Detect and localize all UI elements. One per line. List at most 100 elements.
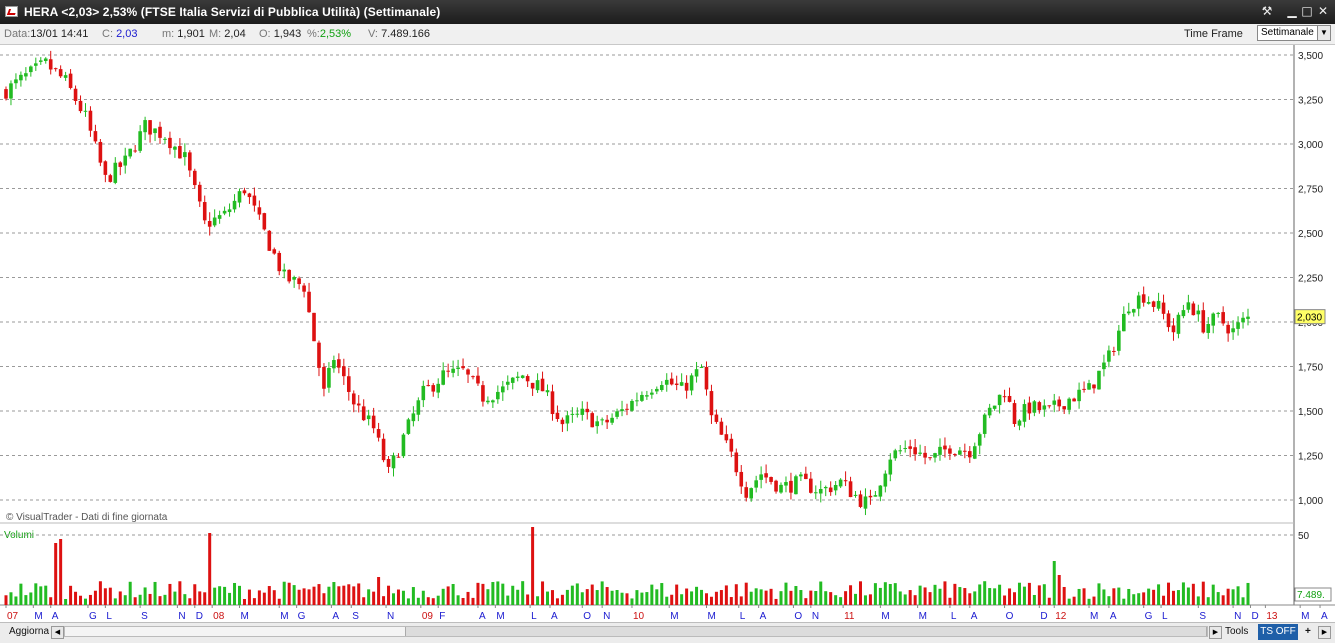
volume-bar [153, 581, 157, 605]
volume-bar [998, 584, 1002, 605]
open-readout: O: 1,943 [259, 28, 302, 40]
candle-body [1181, 310, 1186, 317]
volume-bar [963, 588, 967, 605]
candle-body [898, 450, 903, 452]
volume-bar [968, 593, 972, 605]
candle-body [967, 451, 972, 458]
scroll-right-icon[interactable]: ▶ [1209, 626, 1222, 639]
time-axis-label: M [881, 611, 889, 622]
candle-body [332, 360, 336, 369]
candle-body [625, 408, 629, 410]
candle-body [337, 359, 341, 368]
candle-body [1151, 301, 1156, 307]
time-axis-label: S [352, 611, 359, 622]
collapse-arrow-icon[interactable]: ▶ [1318, 626, 1331, 639]
candle-body [113, 162, 118, 183]
volume-bar [1181, 582, 1185, 605]
volume-bar [272, 590, 276, 605]
time-axis-label: A [1321, 611, 1328, 622]
candle-body [29, 66, 33, 73]
volume-bar [1132, 594, 1136, 605]
volume-bar [759, 589, 763, 605]
candle-body [501, 386, 505, 393]
candle-body [481, 385, 485, 402]
time-axis-label: L [740, 611, 746, 622]
time-axis-label: D [1251, 611, 1258, 622]
volume-bar [302, 588, 306, 605]
candle-body [9, 83, 13, 99]
volume-bar [605, 587, 609, 605]
volume-bar [158, 596, 162, 605]
candle-body [1131, 309, 1136, 313]
time-axis-label: A [551, 611, 558, 622]
candle-body [1122, 313, 1126, 332]
scroll-thumb[interactable] [405, 627, 1207, 636]
ts-off-button[interactable]: TS OFF [1258, 624, 1298, 640]
scroll-track[interactable] [64, 626, 1208, 637]
candle-body [232, 200, 237, 210]
volume-bar [396, 589, 400, 605]
candle-body [1027, 402, 1032, 414]
minimize-button[interactable]: ▁ [1285, 4, 1299, 19]
volume-bar [1082, 588, 1086, 605]
candle-body [843, 480, 848, 482]
timeframe-select[interactable]: Settimanale ▼ [1257, 25, 1331, 41]
candle-body [1072, 398, 1076, 402]
candle-body [436, 383, 441, 393]
volume-bar [824, 591, 828, 605]
candle-body [486, 400, 490, 403]
volume-bar [1013, 592, 1017, 605]
restore-button[interactable]: □ [1300, 4, 1314, 19]
volume-bar [148, 593, 152, 605]
candle-body [903, 448, 908, 450]
volume-bar [193, 584, 197, 605]
candle-body [769, 477, 773, 482]
candle-body [963, 450, 967, 452]
time-axis-label: S [1199, 611, 1206, 622]
candle-body [1126, 311, 1131, 314]
volume-bar [213, 587, 217, 605]
candle-body [709, 391, 714, 416]
volume-bar [630, 598, 634, 605]
candle-body [1067, 398, 1071, 410]
candle-body [282, 269, 287, 272]
candle-body [456, 367, 460, 370]
volume-bar [103, 588, 107, 605]
volume-bar [357, 583, 361, 605]
price-tick-label: 1,500 [1298, 407, 1323, 418]
candle-body [913, 447, 917, 455]
volume-bar [123, 595, 127, 605]
close-button[interactable]: ✕ [1316, 4, 1330, 19]
volume-bar [252, 598, 256, 605]
volume-bar [690, 591, 694, 605]
candle-body [14, 79, 18, 84]
refresh-button[interactable]: Aggiorna [6, 625, 52, 639]
candle-body [848, 481, 853, 498]
zoom-in-button[interactable]: + [1302, 625, 1314, 639]
volume-bar [973, 591, 977, 605]
dropdown-arrow-icon[interactable]: ▼ [1317, 26, 1330, 40]
candle-body [1221, 312, 1225, 324]
candle-body [759, 474, 763, 480]
candle-body [640, 394, 644, 401]
volume-bar [749, 591, 753, 605]
volume-bar [665, 596, 669, 605]
tools-button[interactable]: Tools [1222, 625, 1251, 639]
volume-bar [918, 585, 922, 605]
candle-body [237, 191, 242, 203]
time-axis-label: D [1040, 611, 1047, 622]
candle-body [158, 126, 162, 138]
scroll-left-icon[interactable]: ◀ [51, 626, 64, 639]
volume-bar [536, 596, 540, 605]
candle-body [73, 88, 78, 102]
volume-bar [1142, 592, 1146, 605]
price-chart[interactable]: 3,5003,2503,0002,7502,5002,2502,0001,750… [0, 45, 1335, 622]
candle-body [650, 392, 654, 395]
volume-bar [198, 591, 202, 605]
candle-body [88, 110, 93, 131]
title-bar: HERA <2,03> 2,53% (FTSE Italia Servizi d… [0, 0, 1335, 24]
wrench-icon[interactable]: ⚒ [1260, 4, 1274, 19]
candle-body [1092, 384, 1096, 389]
volume-bar [401, 590, 405, 605]
volume-bar [700, 589, 704, 605]
